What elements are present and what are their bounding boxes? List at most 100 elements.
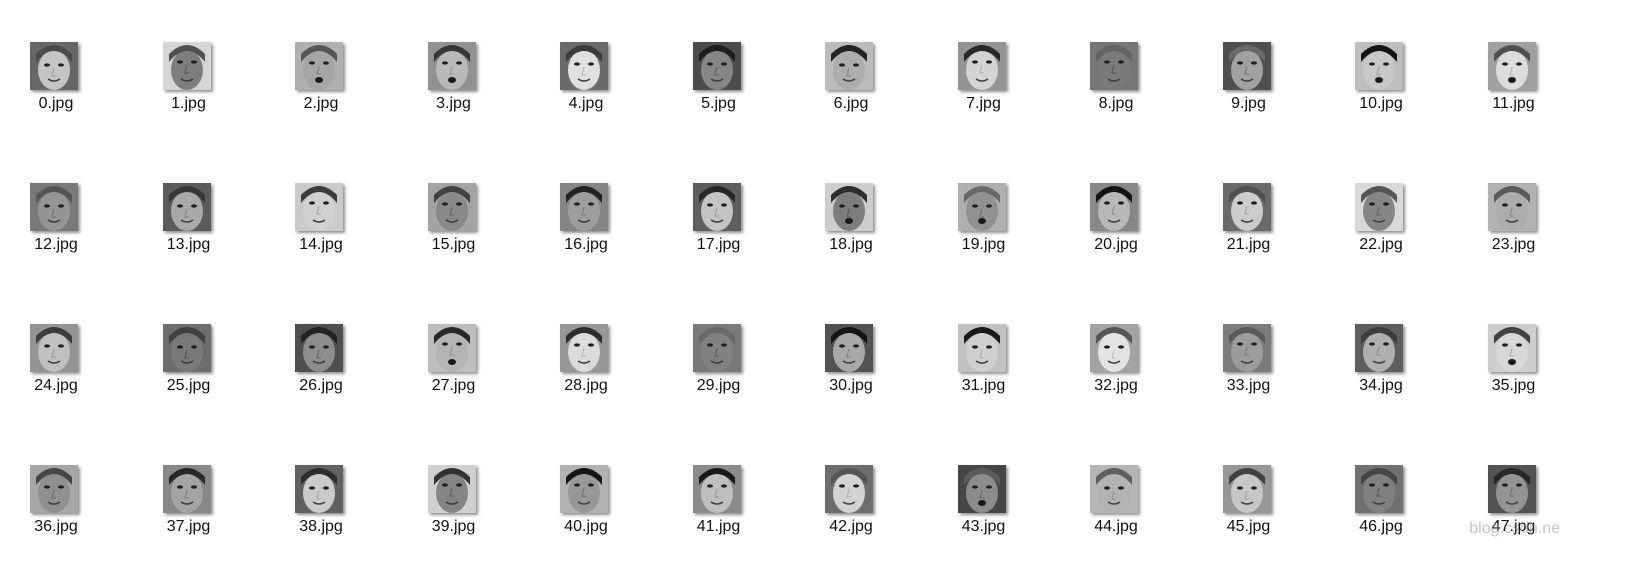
file-item[interactable]: 31.jpg [914,280,1054,394]
face-thumbnail[interactable] [560,465,608,513]
face-thumbnail[interactable] [957,42,1006,90]
file-item[interactable]: 12.jpg [0,139,126,253]
face-thumbnail[interactable] [162,324,211,372]
file-item[interactable]: 5.jpg [649,0,789,112]
face-thumbnail[interactable] [295,324,343,372]
file-name-label: 27.jpg [431,377,476,394]
face-thumbnail[interactable] [1090,183,1138,231]
face-thumbnail[interactable] [1090,324,1138,372]
face-thumbnail[interactable] [30,465,78,513]
file-item[interactable]: 32.jpg [1046,280,1186,394]
face-thumbnail[interactable] [427,183,476,231]
face-thumbnail[interactable] [1355,465,1403,513]
file-name-label: 29.jpg [696,377,741,394]
face-thumbnail[interactable] [427,324,476,372]
file-item[interactable]: 23.jpg [1444,139,1584,253]
file-item[interactable]: 0.jpg [0,0,126,112]
face-thumbnail[interactable] [1487,465,1536,513]
file-item[interactable]: 44.jpg [1046,421,1186,535]
face-thumbnail[interactable] [957,465,1006,513]
file-item[interactable]: 3.jpg [384,0,524,112]
face-thumbnail[interactable] [692,324,741,372]
face-thumbnail[interactable] [1487,42,1536,90]
file-item[interactable]: 42.jpg [781,421,921,535]
file-item[interactable]: 45.jpg [1179,421,1319,535]
face-thumbnail[interactable] [825,465,873,513]
file-item[interactable]: 30.jpg [781,280,921,394]
face-thumbnail[interactable] [825,42,873,90]
face-thumbnail[interactable] [825,183,873,231]
face-thumbnail[interactable] [295,42,343,90]
face-thumbnail[interactable] [162,42,211,90]
file-item[interactable]: 26.jpg [251,280,391,394]
face-thumbnail[interactable] [692,465,741,513]
face-thumbnail[interactable] [1487,183,1536,231]
face-thumbnail[interactable] [560,324,608,372]
file-item[interactable]: 37.jpg [119,421,259,535]
face-thumbnail[interactable] [162,183,211,231]
file-item[interactable]: 24.jpg [0,280,126,394]
face-thumbnail[interactable] [957,324,1006,372]
file-item[interactable]: 6.jpg [781,0,921,112]
face-thumbnail[interactable] [1355,183,1403,231]
file-item[interactable]: 17.jpg [649,139,789,253]
face-thumbnail[interactable] [295,465,343,513]
face-thumbnail[interactable] [692,42,741,90]
face-thumbnail[interactable] [1222,465,1271,513]
file-item[interactable]: 25.jpg [119,280,259,394]
file-item[interactable]: 29.jpg [649,280,789,394]
file-item[interactable]: 40.jpg [516,421,656,535]
face-thumbnail[interactable] [30,183,78,231]
file-item[interactable]: 47.jpg [1444,421,1584,535]
face-thumbnail[interactable] [30,324,78,372]
file-item[interactable]: 28.jpg [516,280,656,394]
file-item[interactable]: 4.jpg [516,0,656,112]
file-item[interactable]: 13.jpg [119,139,259,253]
file-item[interactable]: 18.jpg [781,139,921,253]
face-thumbnail[interactable] [1090,42,1138,90]
file-name-label: 10.jpg [1359,95,1403,112]
file-item[interactable]: 1.jpg [119,0,259,112]
file-item[interactable]: 38.jpg [251,421,391,535]
file-name-label: 44.jpg [1094,518,1138,535]
face-thumbnail[interactable] [560,183,608,231]
file-item[interactable]: 16.jpg [516,139,656,253]
face-thumbnail[interactable] [427,42,476,90]
face-thumbnail[interactable] [1487,324,1536,372]
face-thumbnail[interactable] [1222,324,1271,372]
file-item[interactable]: 15.jpg [384,139,524,253]
face-thumbnail[interactable] [692,183,741,231]
file-item[interactable]: 7.jpg [914,0,1054,112]
file-item[interactable]: 2.jpg [251,0,391,112]
file-item[interactable]: 39.jpg [384,421,524,535]
file-item[interactable]: 43.jpg [914,421,1054,535]
file-item[interactable]: 19.jpg [914,139,1054,253]
face-thumbnail[interactable] [957,183,1006,231]
file-item[interactable]: 36.jpg [0,421,126,535]
file-item[interactable]: 9.jpg [1179,0,1319,112]
face-thumbnail[interactable] [30,42,78,90]
file-item[interactable]: 10.jpg [1311,0,1451,112]
file-item[interactable]: 41.jpg [649,421,789,535]
face-thumbnail[interactable] [427,465,476,513]
file-item[interactable]: 34.jpg [1311,280,1451,394]
file-item[interactable]: 33.jpg [1179,280,1319,394]
file-item[interactable]: 46.jpg [1311,421,1451,535]
file-item[interactable]: 22.jpg [1311,139,1451,253]
face-thumbnail[interactable] [1222,183,1271,231]
file-item[interactable]: 20.jpg [1046,139,1186,253]
face-thumbnail[interactable] [162,465,211,513]
face-thumbnail[interactable] [560,42,608,90]
face-thumbnail[interactable] [1355,324,1403,372]
face-thumbnail[interactable] [1222,42,1271,90]
file-item[interactable]: 27.jpg [384,280,524,394]
face-thumbnail[interactable] [1090,465,1138,513]
face-thumbnail[interactable] [295,183,343,231]
face-thumbnail[interactable] [825,324,873,372]
face-thumbnail[interactable] [1355,42,1403,90]
file-item[interactable]: 14.jpg [251,139,391,253]
file-item[interactable]: 8.jpg [1046,0,1186,112]
file-item[interactable]: 35.jpg [1444,280,1584,394]
file-item[interactable]: 21.jpg [1179,139,1319,253]
file-item[interactable]: 11.jpg [1444,0,1584,112]
